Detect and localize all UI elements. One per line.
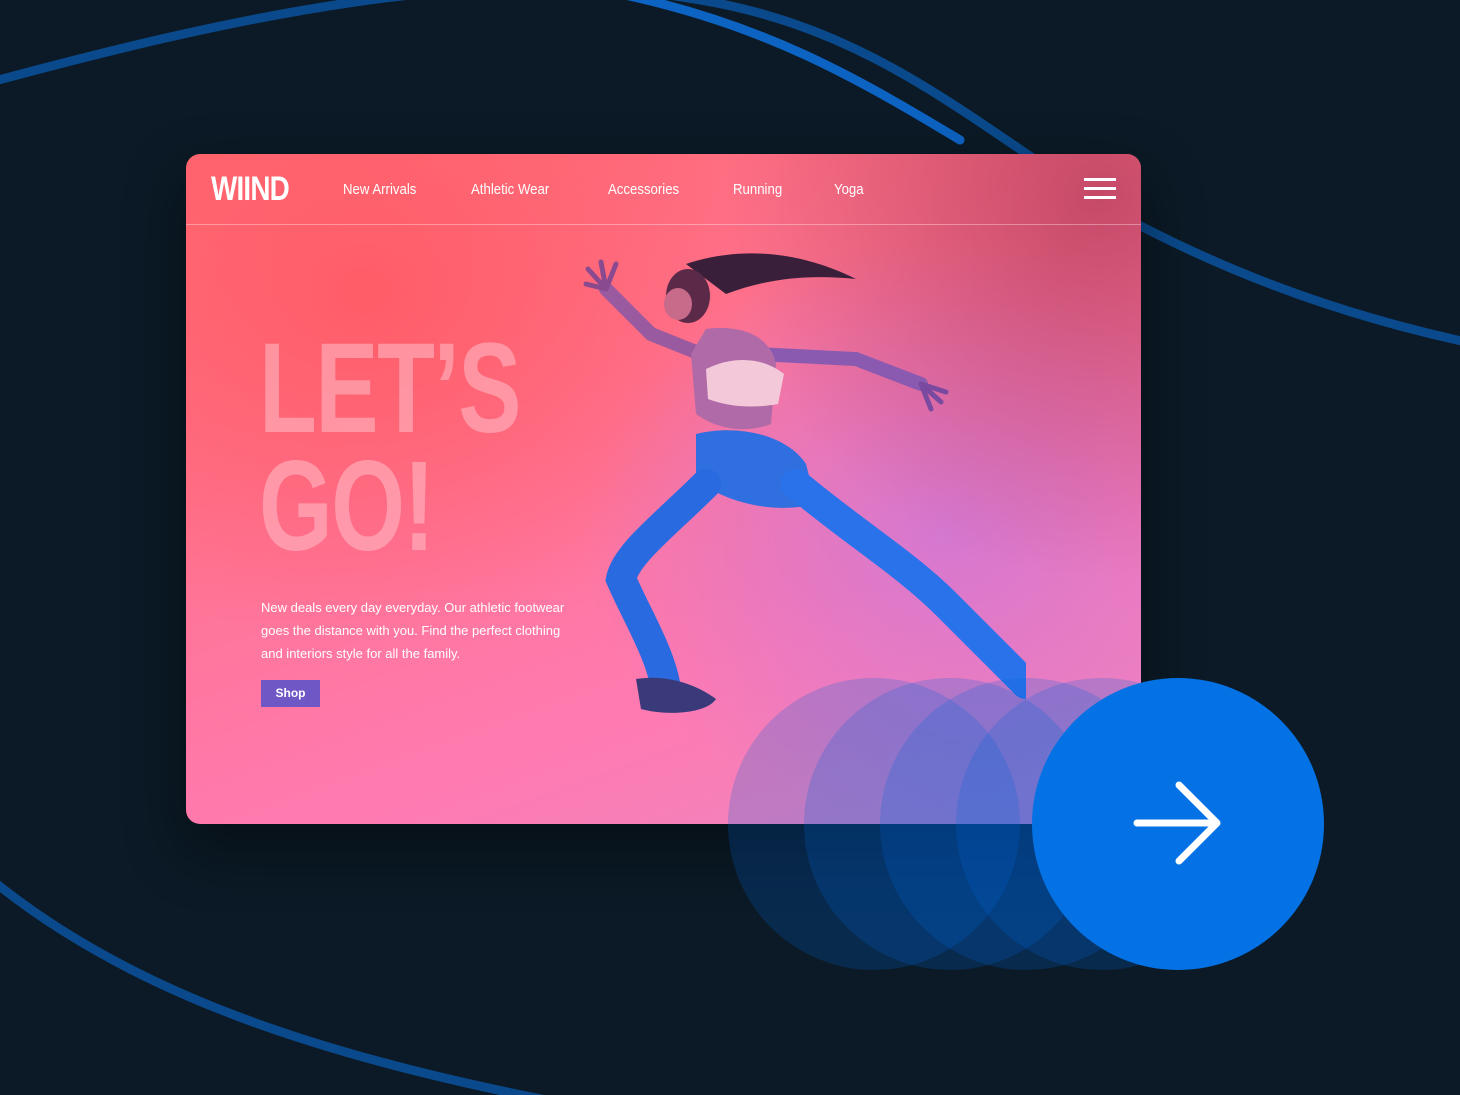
nav-item-yoga[interactable]: Yoga [834,181,864,198]
nav-item-athletic-wear[interactable]: Athletic Wear [471,181,549,198]
hamburger-menu-icon[interactable] [1084,178,1116,200]
brand-logo[interactable]: WIIND [211,170,290,209]
swoosh-bottom [0,880,545,1095]
nav-item-new-arrivals[interactable]: New Arrivals [343,181,416,198]
hero-title-line-2: GO! [259,435,435,578]
site-header: WIIND New Arrivals Athletic Wear Accesso… [186,154,1141,225]
hero-title: LET’S GO! [259,317,521,578]
nav-item-accessories[interactable]: Accessories [608,181,679,198]
stage: WIIND New Arrivals Athletic Wear Accesso… [0,0,1460,1095]
hero-description: New deals every day everyday. Our athlet… [261,600,565,661]
main-nav: New Arrivals Athletic Wear Accessories R… [343,154,923,224]
shop-button[interactable]: Shop [261,680,320,707]
next-arrow-button[interactable] [1032,678,1324,970]
runner-image [583,253,1026,713]
arrow-right-icon [1133,781,1221,865]
nav-item-running[interactable]: Running [733,181,782,198]
hero-title-line-1: LET’S [259,317,521,460]
